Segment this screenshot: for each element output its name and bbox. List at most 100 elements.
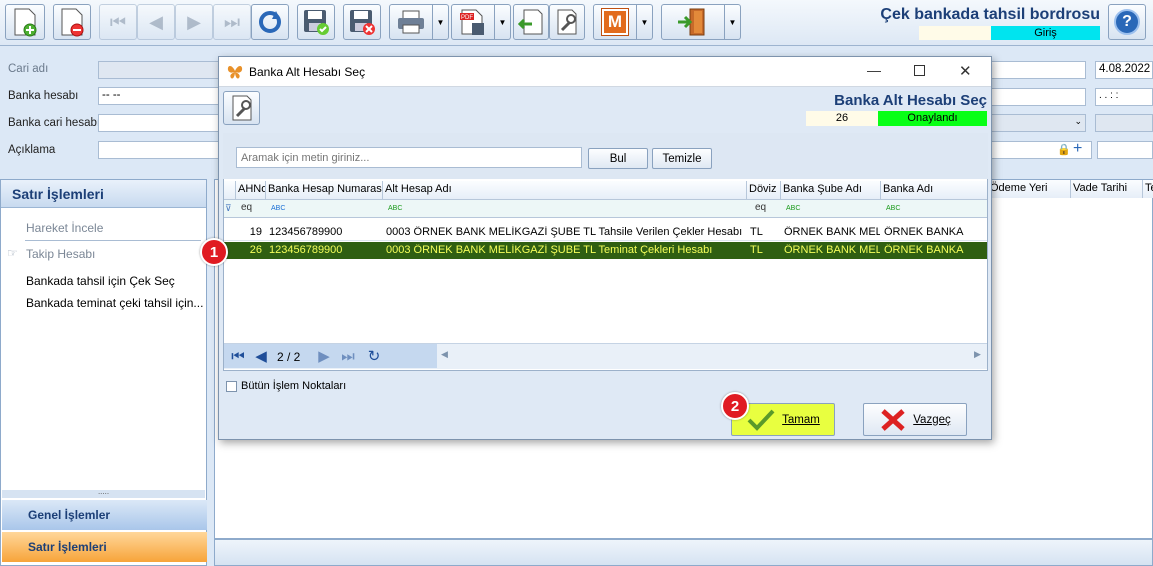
- col-vade-tarihi[interactable]: Vade Tarihi: [1071, 180, 1143, 198]
- pdf-button[interactable]: PDF: [451, 4, 495, 40]
- all-points-checkbox[interactable]: [226, 381, 237, 392]
- sidebar-grip[interactable]: .....: [2, 488, 205, 498]
- filter-icon[interactable]: ⊽: [225, 203, 232, 214]
- first-record-button[interactable]: ⏮: [99, 4, 137, 40]
- exit-button[interactable]: [661, 4, 725, 40]
- pager-last-icon[interactable]: ⏭: [337, 345, 359, 367]
- annotation-badge-2: 2: [721, 392, 749, 420]
- butterfly-icon: [227, 66, 243, 79]
- all-points-label: Bütün İşlem Noktaları: [241, 380, 347, 392]
- next-record-icon: ▶: [187, 11, 201, 32]
- aciklama-field[interactable]: [98, 141, 223, 159]
- last-record-button[interactable]: ⏭: [213, 4, 251, 40]
- scroll-left-icon[interactable]: ◀: [441, 349, 448, 360]
- lock-icon: 🔒: [1057, 144, 1071, 156]
- dialog-title: Banka Alt Hesabı Seç: [249, 65, 366, 79]
- find-button[interactable]: Bul: [588, 148, 648, 169]
- filter-abc-icon[interactable]: ABC: [271, 205, 285, 212]
- cell-alt-hesap: 0003 ÖRNEK BANK MELİKGAZİ ŞUBE TL Tahsil…: [386, 226, 743, 238]
- pager-refresh-icon[interactable]: ↻: [362, 345, 386, 367]
- scroll-right-icon[interactable]: ▶: [974, 349, 981, 360]
- next-record-button[interactable]: ▶: [175, 4, 213, 40]
- dialog-titlebar: Banka Alt Hesabı Seç — ✕: [219, 57, 991, 87]
- sidebar-tab-genel-islemler[interactable]: Genel İşlemler: [2, 500, 207, 530]
- delete-doc-button[interactable]: [53, 4, 91, 40]
- cell-banka: ÖRNEK BANKA: [884, 226, 964, 238]
- col-banka-adi[interactable]: Banka Adı: [881, 181, 987, 199]
- col-te[interactable]: Te: [1143, 180, 1153, 198]
- save-button[interactable]: [297, 4, 335, 40]
- save-close-button[interactable]: [343, 4, 381, 40]
- import-button[interactable]: [513, 4, 549, 40]
- new-doc-button[interactable]: [5, 4, 45, 40]
- date-field[interactable]: 4.08.2022: [1095, 61, 1153, 79]
- banka-cari-hesabi-field[interactable]: [98, 114, 223, 132]
- right-field-5[interactable]: [1097, 141, 1153, 159]
- exit-door-icon: [678, 8, 705, 36]
- pdf-dropdown[interactable]: ▼: [495, 4, 511, 40]
- filter-abc-icon[interactable]: ABC: [786, 205, 800, 212]
- pager-first-icon[interactable]: ⏮: [227, 345, 249, 367]
- pager-prev-icon[interactable]: ◀: [251, 345, 271, 367]
- m-button[interactable]: M: [593, 4, 637, 40]
- pdf-icon: PDF: [460, 9, 484, 35]
- col-doviz[interactable]: Döviz: [747, 181, 781, 199]
- right-combo[interactable]: ⌄: [990, 114, 1086, 132]
- col-banka-sube-adi[interactable]: Banka Şube Adı: [781, 181, 881, 199]
- help-button[interactable]: ?: [1108, 4, 1146, 40]
- filter-abc-icon[interactable]: ABC: [388, 205, 402, 212]
- cancel-button[interactable]: Vazgeç: [863, 403, 967, 436]
- sidebar-tab-satir-islemleri[interactable]: Satır İşlemleri: [2, 532, 207, 562]
- print-dropdown[interactable]: ▼: [433, 4, 449, 40]
- plus-icon[interactable]: +: [1073, 140, 1082, 158]
- dialog-tools-button[interactable]: [223, 91, 260, 125]
- sidebar-item-cek-sec[interactable]: Bankada tahsil için Çek Seç: [26, 274, 175, 288]
- refresh-icon: [259, 11, 281, 33]
- clear-button[interactable]: Temizle: [652, 148, 712, 169]
- table-row[interactable]: 19 123456789900 0003 ÖRNEK BANK MELİKGAZ…: [224, 224, 987, 241]
- sidebar-item-teminat-ceki[interactable]: Bankada teminat çeki tahsil için...: [26, 296, 203, 310]
- cell-doviz: TL: [750, 226, 763, 238]
- pager-label: 2 / 2: [277, 350, 301, 364]
- window-status: Giriş: [991, 26, 1100, 40]
- exit-dropdown[interactable]: ▼: [725, 4, 741, 40]
- filter-eq-icon[interactable]: eq: [241, 202, 252, 213]
- print-button[interactable]: [389, 4, 433, 40]
- tools-button[interactable]: [549, 4, 585, 40]
- dialog-status: Onaylandı: [878, 111, 987, 126]
- chevron-down-icon: ⌄: [1074, 116, 1082, 126]
- right-field-3[interactable]: [1095, 114, 1153, 132]
- cancel-label: Vazgeç: [913, 413, 951, 426]
- search-input[interactable]: [236, 147, 582, 168]
- col-ahno[interactable]: AHNo: [236, 181, 266, 199]
- filter-row: ⊽ eq ABC ABC eq ABC ABC: [224, 200, 987, 218]
- pager-next-icon[interactable]: ▶: [314, 345, 334, 367]
- close-button[interactable]: ✕: [959, 62, 972, 80]
- minimize-button[interactable]: —: [867, 62, 881, 78]
- cari-adi-field[interactable]: [98, 61, 223, 79]
- cell-hesap: 123456789900: [269, 244, 343, 256]
- filter-abc-icon[interactable]: ABC: [886, 205, 900, 212]
- filter-eq-icon[interactable]: eq: [755, 202, 766, 213]
- banka-hesabi-label: Banka hesabı: [8, 90, 79, 102]
- refresh-button[interactable]: [251, 4, 289, 40]
- sidebar-item-takip-hesabi[interactable]: Takip Hesabı: [26, 247, 95, 261]
- main-grid-header: Ödeme Yeri Vade Tarihi Te: [988, 180, 1153, 198]
- table-row-selected[interactable]: 26 123456789900 0003 ÖRNEK BANK MELİKGAZ…: [224, 242, 987, 259]
- window-title: Çek bankada tahsil bordrosu: [880, 6, 1100, 23]
- new-doc-icon: [14, 8, 37, 37]
- right-field-1[interactable]: [990, 61, 1086, 79]
- col-odeme-yeri[interactable]: Ödeme Yeri: [988, 180, 1071, 198]
- right-field-2[interactable]: [990, 88, 1086, 106]
- sidebar-item-hareket-incele[interactable]: Hareket İncele: [26, 221, 103, 235]
- check-icon: [747, 409, 775, 431]
- col-alt-hesap-adi[interactable]: Alt Hesap Adı: [383, 181, 747, 199]
- maximize-button[interactable]: [914, 65, 925, 76]
- time-field[interactable]: . . : :: [1095, 88, 1153, 106]
- import-icon: [518, 9, 543, 35]
- prev-record-button[interactable]: ◀: [137, 4, 175, 40]
- m-dropdown[interactable]: ▼: [637, 4, 653, 40]
- banka-hesabi-field[interactable]: -- --: [98, 87, 223, 105]
- col-banka-hesap-numarasi[interactable]: Banka Hesap Numarası: [266, 181, 383, 199]
- right-field-4[interactable]: 🔒 +: [990, 140, 1092, 159]
